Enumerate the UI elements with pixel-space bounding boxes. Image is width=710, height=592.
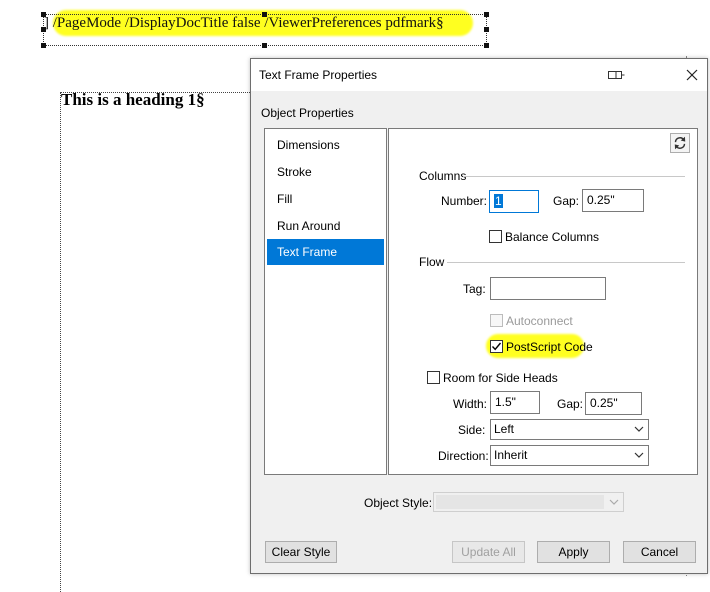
balance-columns-checkbox[interactable] [489, 230, 502, 243]
object-style-label: Object Style: [364, 496, 433, 510]
number-label: Number: [441, 194, 488, 208]
text-frame-properties-dialog: Text Frame Properties Object Properties … [250, 58, 708, 574]
balance-columns-label: Balance Columns [505, 230, 600, 244]
side-label: Side: [458, 423, 486, 437]
autoconnect-label: Autoconnect [506, 314, 573, 328]
postscript-code-label: PostScript Code [506, 340, 593, 354]
frame-handle-tr[interactable] [484, 12, 489, 17]
checkmark-icon [491, 342, 502, 351]
chevron-down-icon [609, 499, 619, 505]
frame-handle-br[interactable] [484, 43, 489, 48]
columns-gap-label: Gap: [553, 194, 580, 208]
update-all-button[interactable]: Update All [452, 541, 525, 563]
nav-item-dimensions[interactable]: Dimensions [267, 132, 384, 158]
cancel-button[interactable]: Cancel [623, 541, 696, 563]
postscript-code-checkbox[interactable] [490, 340, 503, 353]
dialog-title: Text Frame Properties [259, 68, 378, 82]
room-for-side-heads-checkbox[interactable] [427, 371, 440, 384]
document-heading: This is a heading 1§ [61, 90, 205, 109]
frame-handle-mr[interactable] [484, 27, 489, 32]
side-gap-label: Gap: [557, 397, 584, 411]
tag-input[interactable] [490, 277, 606, 300]
pdfmark-text: ] /PageMode /DisplayDocTitle false /View… [44, 15, 444, 31]
columns-group-label: Columns [419, 169, 467, 183]
side-width-input[interactable]: 1.5" [490, 391, 540, 414]
side-width-label: Width: [453, 397, 488, 411]
apply-button[interactable]: Apply [537, 541, 610, 563]
object-properties-label: Object Properties [261, 106, 354, 120]
direction-select[interactable]: Inherit [490, 445, 649, 466]
nav-item-stroke[interactable]: Stroke [267, 159, 384, 185]
side-select[interactable]: Left [490, 419, 649, 440]
chevron-down-icon [634, 452, 644, 458]
flow-group-label: Flow [419, 255, 445, 269]
side-select-value: Left [494, 422, 515, 436]
direction-label: Direction: [438, 449, 489, 463]
columns-gap-input[interactable]: 0.25" [582, 189, 644, 212]
flow-divider [447, 262, 685, 263]
frame-handle-bm[interactable] [262, 43, 267, 48]
object-style-value [436, 495, 604, 509]
refresh-icon[interactable] [670, 133, 690, 153]
frame-handle-bl[interactable] [41, 43, 46, 48]
number-value: 1 [494, 194, 503, 208]
columns-divider [463, 176, 685, 177]
tag-label: Tag: [463, 282, 486, 296]
room-for-side-heads-label: Room for Side Heads [443, 371, 558, 385]
pin-icon[interactable] [607, 69, 625, 81]
nav-item-fill[interactable]: Fill [267, 186, 384, 212]
chevron-down-icon [634, 426, 644, 432]
number-input[interactable]: 1 [489, 190, 539, 213]
nav-item-run-around[interactable]: Run Around [267, 213, 384, 239]
object-style-select[interactable] [433, 492, 624, 512]
nav-item-text-frame[interactable]: Text Frame [267, 239, 384, 265]
close-icon[interactable] [682, 65, 702, 85]
direction-select-value: Inherit [494, 448, 528, 462]
property-category-list: Dimensions Stroke Fill Run Around Text F… [264, 128, 387, 475]
clear-style-button[interactable]: Clear Style [265, 541, 337, 563]
side-gap-input[interactable]: 0.25" [585, 392, 642, 415]
autoconnect-checkbox[interactable] [490, 314, 503, 327]
dialog-titlebar[interactable]: Text Frame Properties [251, 59, 707, 91]
